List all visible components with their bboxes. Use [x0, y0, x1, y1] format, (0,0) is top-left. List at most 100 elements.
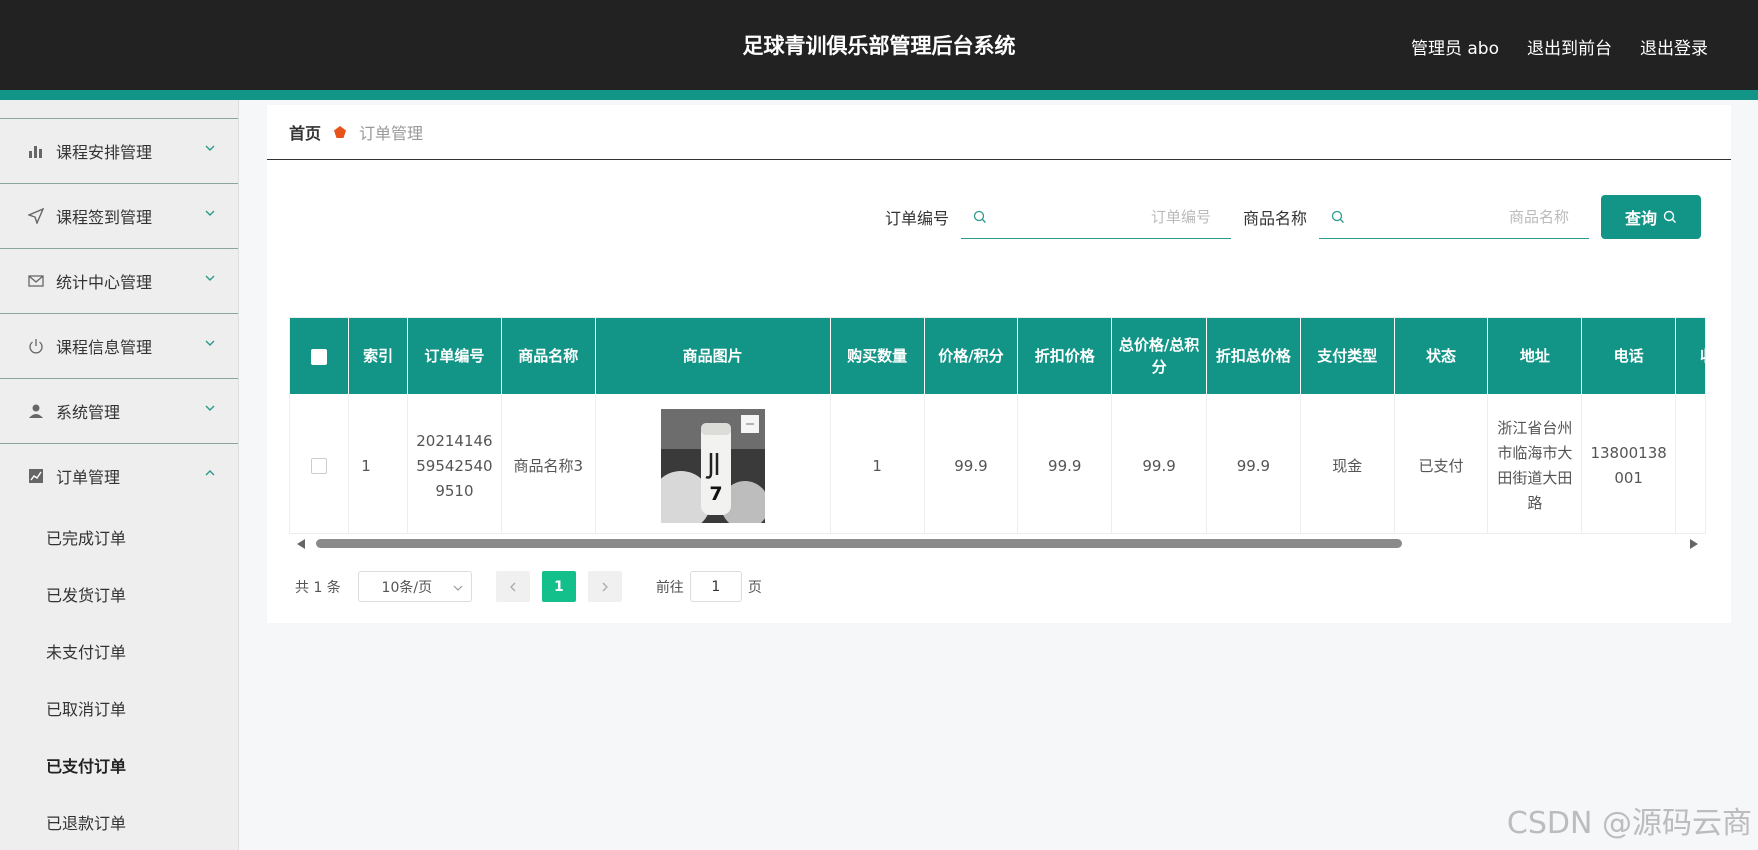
sidebar-subitem-completed-orders[interactable]: 已完成订单 — [0, 508, 238, 565]
goto-page-input[interactable] — [689, 571, 742, 602]
page-number-current[interactable]: 1 — [541, 571, 576, 602]
admin-name[interactable]: 管理员 abo — [1411, 34, 1499, 59]
search-icon — [1331, 210, 1344, 223]
cell-index: 1 — [348, 394, 409, 538]
query-button-label: 查询 — [1624, 209, 1657, 228]
scroll-right-icon[interactable] — [1690, 539, 1698, 549]
cell-discount-price: 99.9 — [1017, 394, 1113, 538]
orders-table: 索引 订单编号 商品名称 商品图片 购买数量 价格/积分 折扣价格 总价格/总积… — [290, 318, 1705, 538]
column-header: 支付类型 — [1300, 318, 1395, 394]
cell-qty: 1 — [830, 394, 925, 538]
cell-product-name: 商品名称3 — [501, 394, 596, 538]
user-icon — [27, 402, 45, 420]
chevron-down-icon — [205, 405, 215, 411]
mail-icon — [27, 272, 45, 290]
scrollbar-thumb[interactable] — [316, 539, 1402, 548]
search-icon — [973, 210, 986, 223]
chevron-down-icon — [205, 145, 215, 151]
product-name-label: 商品名称 — [1242, 209, 1307, 228]
cell-order-no: 20214146595425409510 — [407, 394, 502, 538]
sidebar-subitem-shipped-orders[interactable]: 已发货订单 — [0, 565, 238, 622]
sidebar-item-course-checkin[interactable]: 课程签到管理 — [0, 183, 238, 248]
cell-product-image: 7 — [595, 394, 831, 538]
chevron-down-icon — [453, 585, 463, 591]
pentagon-icon — [334, 126, 347, 138]
cell-phone: 13800138001 — [1581, 394, 1677, 538]
order-no-label: 订单编号 — [884, 209, 949, 228]
sidebar-subitem-unpaid-orders[interactable]: 未支付订单 — [0, 622, 238, 679]
header-accent-bar — [0, 90, 1758, 100]
order-no-input[interactable] — [960, 195, 1231, 238]
scroll-left-icon[interactable] — [297, 539, 305, 549]
sidebar-item-label: 统计中心管理 — [56, 273, 153, 292]
chevron-down-icon — [205, 275, 215, 281]
page-size-select[interactable]: 10条/页 — [357, 571, 472, 602]
search-icon — [1663, 210, 1676, 223]
sidebar: 课程安排管理 课程签到管理 统计中心管理 课程信息管理 系统管理 订单管理 已完… — [0, 100, 239, 850]
breadcrumb: 首页 订单管理 — [289, 120, 423, 144]
logout-link[interactable]: 退出登录 — [1640, 34, 1708, 59]
trend-chart-icon — [27, 467, 45, 485]
sidebar-item-label: 订单管理 — [56, 468, 121, 487]
exit-to-front-link[interactable]: 退出到前台 — [1527, 34, 1612, 59]
goto-suffix: 页 — [747, 579, 762, 596]
product-name-field — [1319, 195, 1589, 239]
product-thumbnail[interactable]: 7 — [660, 409, 765, 523]
column-header: 地址 — [1487, 318, 1583, 394]
page-size-value: 10条/页 — [381, 579, 433, 596]
sidebar-item-label: 课程信息管理 — [56, 338, 153, 357]
sidebar-item-system[interactable]: 系统管理 — [0, 378, 238, 443]
header-links: 管理员 abo 退出到前台 退出登录 — [1411, 34, 1708, 59]
cell-address: 浙江省台州市临海市大田街道大田路 — [1487, 394, 1583, 538]
chevron-down-icon — [205, 340, 215, 346]
prev-page-button[interactable] — [495, 571, 530, 602]
column-header: 收货人 — [1675, 318, 1705, 394]
column-header: 商品图片 — [595, 318, 831, 394]
next-page-button[interactable] — [587, 571, 622, 602]
breadcrumb-divider — [267, 159, 1731, 160]
sidebar-item-statistics[interactable]: 统计中心管理 — [0, 248, 238, 313]
power-icon — [27, 337, 45, 355]
row-checkbox[interactable] — [311, 458, 328, 474]
chevron-down-icon — [205, 210, 215, 216]
cell-status: 已支付 — [1394, 394, 1489, 538]
product-image-number: 7 — [709, 483, 722, 505]
column-header: 折扣总价格 — [1206, 318, 1301, 394]
table-header-row: 索引 订单编号 商品名称 商品图片 购买数量 价格/积分 折扣价格 总价格/总积… — [290, 318, 1705, 394]
table-horizontal-scrollbar[interactable] — [289, 533, 1706, 551]
column-header: 索引 — [348, 318, 409, 394]
column-header: 总价格/总积分 — [1111, 318, 1207, 394]
table-row: 1 20214146595425409510 商品名称3 7 1 99.9 99… — [290, 394, 1705, 538]
send-icon — [27, 207, 45, 225]
column-header: 订单编号 — [407, 318, 502, 394]
sidebar-item-label: 系统管理 — [56, 403, 121, 422]
product-name-input[interactable] — [1319, 195, 1589, 238]
column-header: 状态 — [1394, 318, 1489, 394]
column-header: 折扣价格 — [1017, 318, 1113, 394]
cell-discount-total: 99.9 — [1206, 394, 1301, 538]
sidebar-subitem-refunded-orders[interactable]: 已退款订单 — [0, 793, 238, 850]
select-all-cell — [290, 318, 350, 394]
sidebar-subitem-cancelled-orders[interactable]: 已取消订单 — [0, 679, 238, 736]
cell-pay-type: 现金 — [1300, 394, 1395, 538]
goto-page: 前往 页 — [656, 571, 762, 602]
pagination-total: 共 1 条 — [295, 579, 341, 596]
cell-price: 99.9 — [924, 394, 1019, 538]
cell-receiver: 1 — [1675, 394, 1705, 538]
chevron-left-icon — [509, 582, 516, 591]
sidebar-item-orders[interactable]: 订单管理 — [0, 443, 238, 508]
query-button[interactable]: 查询 — [1601, 195, 1701, 239]
column-header: 商品名称 — [501, 318, 596, 394]
search-form: 订单编号 商品名称 查询 — [885, 195, 1701, 239]
column-header: 价格/积分 — [924, 318, 1019, 394]
select-all-checkbox[interactable] — [311, 348, 328, 365]
sidebar-item-label: 课程签到管理 — [56, 208, 153, 227]
pagination: 共 1 条 10条/页 1 前往 页 — [295, 571, 762, 602]
sidebar-item-course-info[interactable]: 课程信息管理 — [0, 313, 238, 378]
watermark: CSDN @源码云商 — [1506, 806, 1752, 841]
sidebar-item-course-schedule[interactable]: 课程安排管理 — [0, 118, 238, 183]
row-select-cell — [290, 394, 350, 538]
order-no-field — [960, 195, 1231, 239]
breadcrumb-home[interactable]: 首页 — [289, 120, 321, 144]
sidebar-subitem-paid-orders[interactable]: 已支付订单 — [0, 736, 238, 793]
